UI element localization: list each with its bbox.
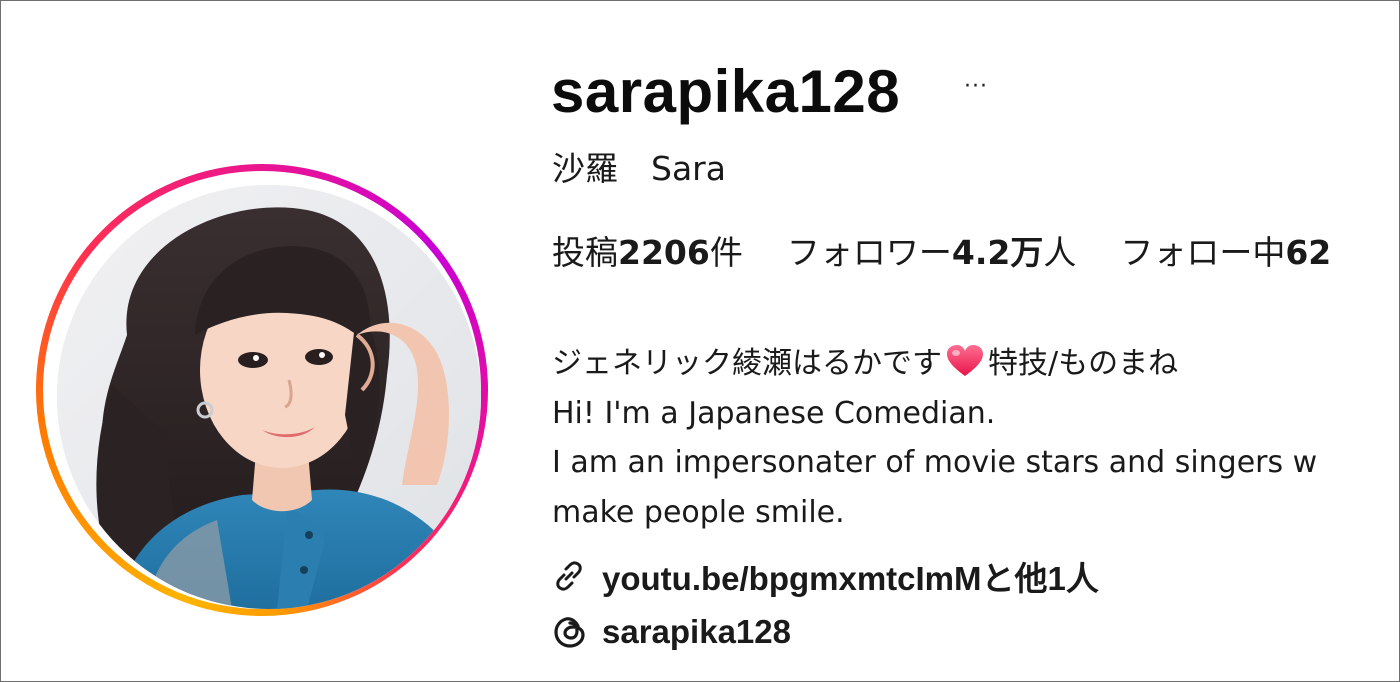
profile-header: sarapika128 ··· 沙羅 Sara 投稿2206件 フォロワー4.2万… bbox=[0, 0, 1400, 682]
external-link[interactable]: youtu.be/bpgmxmtcImMと他1人 bbox=[552, 556, 1099, 597]
profile-stats: 投稿2206件 フォロワー4.2万人 フォロー中62 bbox=[552, 233, 1375, 273]
bio-line-3: I am an impersonater of movie stars and … bbox=[552, 445, 1318, 480]
stat-following[interactable]: フォロー中62 bbox=[1120, 233, 1331, 273]
threads-link[interactable]: sarapika128 bbox=[552, 612, 791, 652]
more-options-icon: ··· bbox=[964, 74, 988, 99]
bio-line-4: make people smile. bbox=[552, 494, 845, 530]
avatar[interactable] bbox=[57, 185, 481, 609]
bio-line-2: Hi! I'm a Japanese Comedian. bbox=[552, 395, 996, 431]
story-ring[interactable] bbox=[36, 164, 488, 616]
avatar-photo bbox=[57, 185, 481, 609]
link-text[interactable]: youtu.be/bpgmxmtcImMと他1人 bbox=[602, 552, 1099, 600]
threads-handle[interactable]: sarapika128 bbox=[602, 613, 791, 651]
stat-posts: 投稿2206件 bbox=[552, 233, 743, 272]
heart-icon bbox=[947, 345, 983, 376]
stat-followers[interactable]: フォロワー4.2万人 bbox=[787, 233, 1076, 273]
more-options-button[interactable]: ··· bbox=[956, 67, 996, 107]
full-name: 沙羅 Sara bbox=[552, 149, 726, 188]
threads-icon bbox=[554, 617, 585, 648]
link-icon bbox=[556, 561, 582, 591]
username: sarapika128 bbox=[551, 58, 901, 125]
bio: ジェネリック綾瀬はるかです 特技/ものまね Hi! I'm a Japanese … bbox=[552, 339, 1399, 537]
bio-line-1: ジェネリック綾瀬はるかです 特技/ものまね bbox=[552, 345, 1179, 381]
